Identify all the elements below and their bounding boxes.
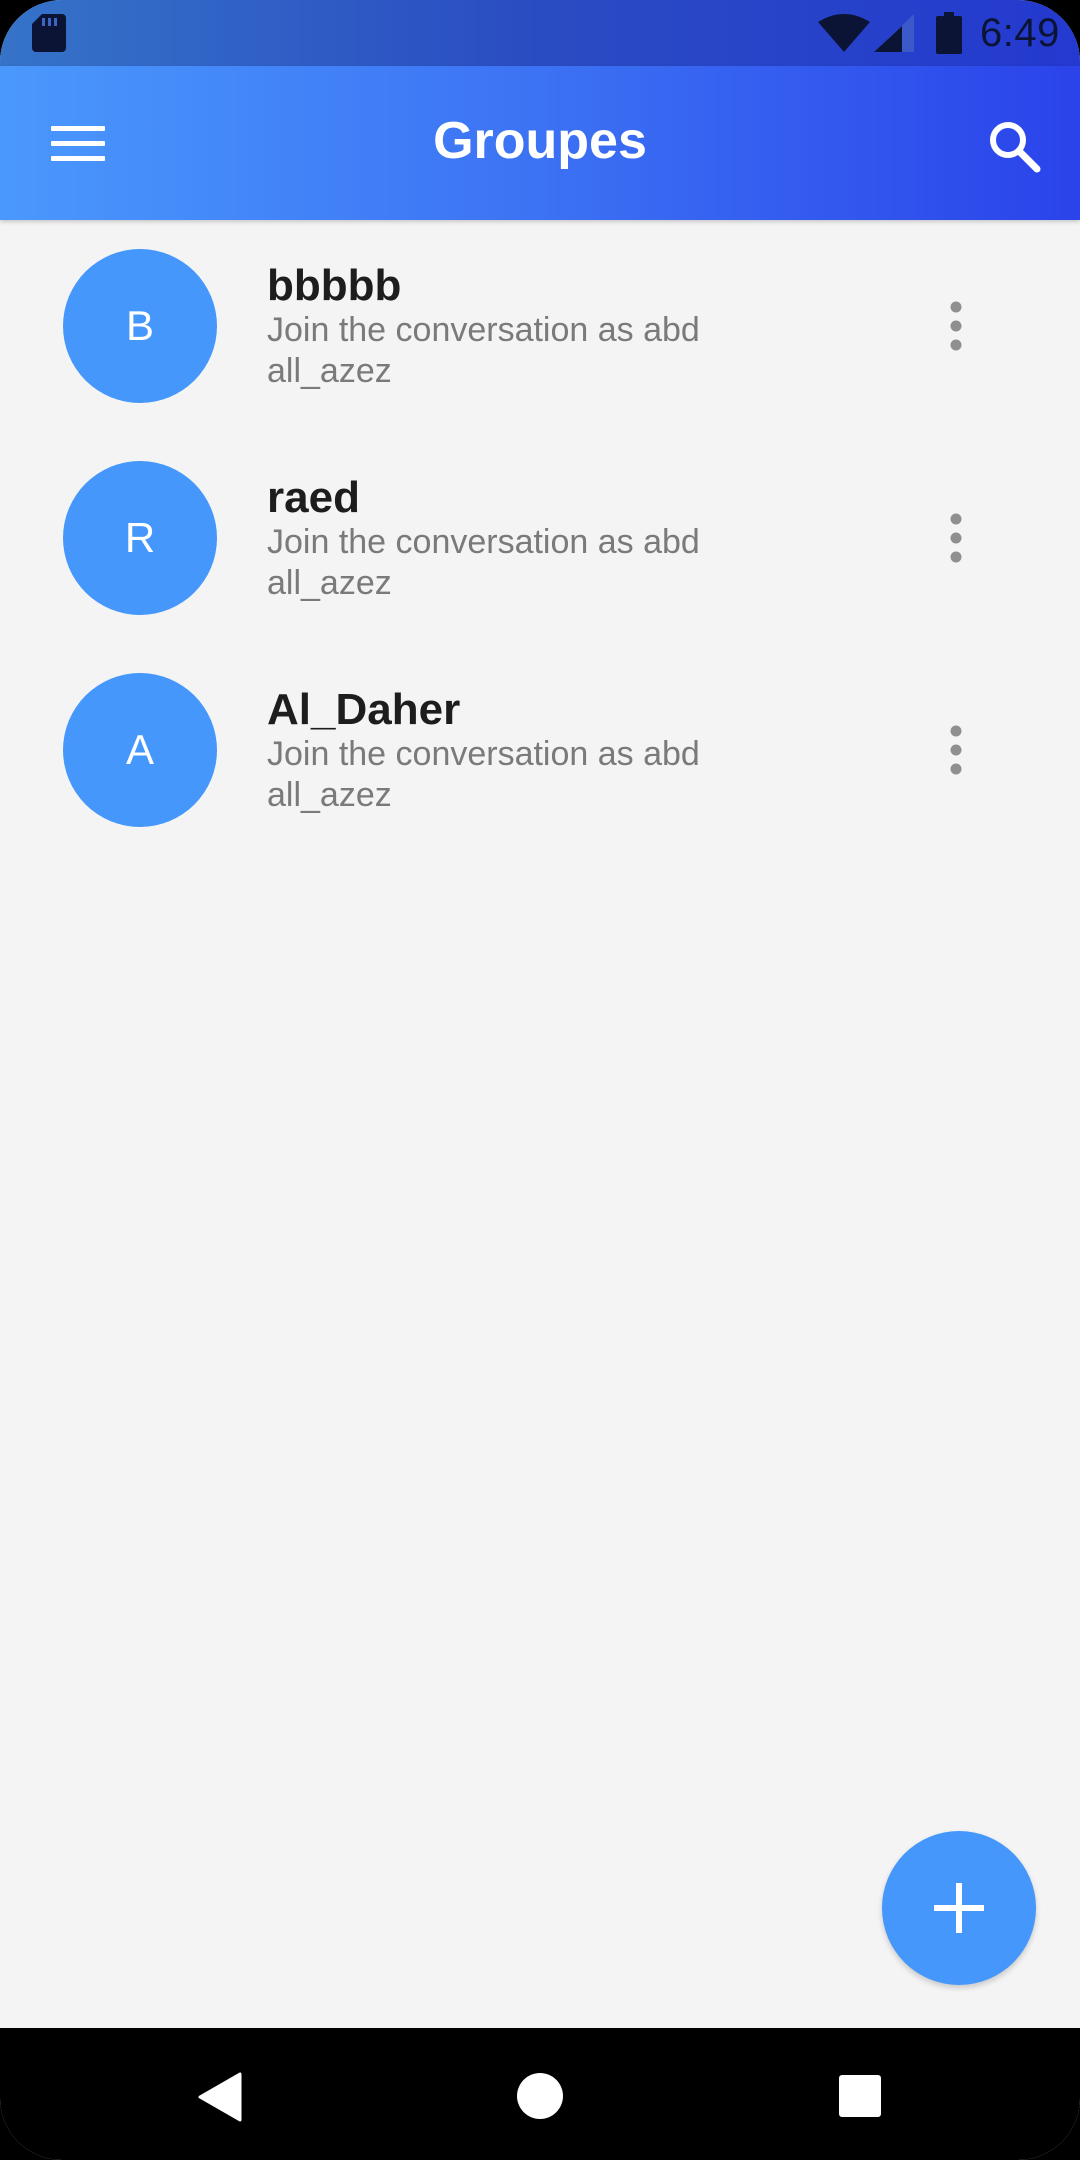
cell-signal-icon [874, 14, 914, 52]
group-name: Al_Daher [267, 685, 461, 734]
back-icon[interactable] [196, 2072, 246, 2122]
group-list: B bbbbb Join the conversation as abd all… [0, 220, 1080, 856]
recents-icon[interactable] [838, 2074, 882, 2118]
list-item[interactable]: B bbbbb Join the conversation as abd all… [0, 220, 1080, 432]
wifi-icon [818, 14, 870, 52]
status-bar: 6:49 [0, 0, 1080, 66]
more-options-button[interactable] [912, 282, 1000, 370]
search-button[interactable] [964, 106, 1064, 186]
group-subtitle: Join the conversation as abd all_azez [267, 735, 700, 814]
app-bar: Groupes [0, 66, 1080, 220]
more-vert-icon [950, 725, 962, 775]
more-vert-icon [950, 301, 962, 351]
add-group-button[interactable] [882, 1831, 1036, 1985]
plus-icon [934, 1883, 984, 1933]
group-name: raed [267, 473, 360, 522]
avatar: A [63, 673, 217, 827]
page-title: Groupes [433, 112, 647, 170]
more-options-button[interactable] [912, 494, 1000, 582]
home-icon[interactable] [516, 2072, 564, 2120]
group-name: bbbbb [267, 261, 402, 310]
screen: 6:49 Groupes B bbbbb Join the conversati… [0, 0, 1080, 2160]
list-item[interactable]: R raed Join the conversation as abd all_… [0, 432, 1080, 644]
status-time: 6:49 [980, 11, 1060, 55]
group-subtitle: Join the conversation as abd all_azez [267, 523, 700, 602]
more-options-button[interactable] [912, 706, 1000, 794]
search-icon [990, 122, 1041, 173]
battery-icon [936, 12, 962, 54]
avatar: B [63, 249, 217, 403]
group-subtitle: Join the conversation as abd all_azez [267, 311, 700, 390]
list-item[interactable]: A Al_Daher Join the conversation as abd … [0, 644, 1080, 856]
avatar: R [63, 461, 217, 615]
more-vert-icon [950, 513, 962, 563]
sd-card-icon [32, 14, 66, 52]
navigation-bar [0, 2028, 1080, 2160]
